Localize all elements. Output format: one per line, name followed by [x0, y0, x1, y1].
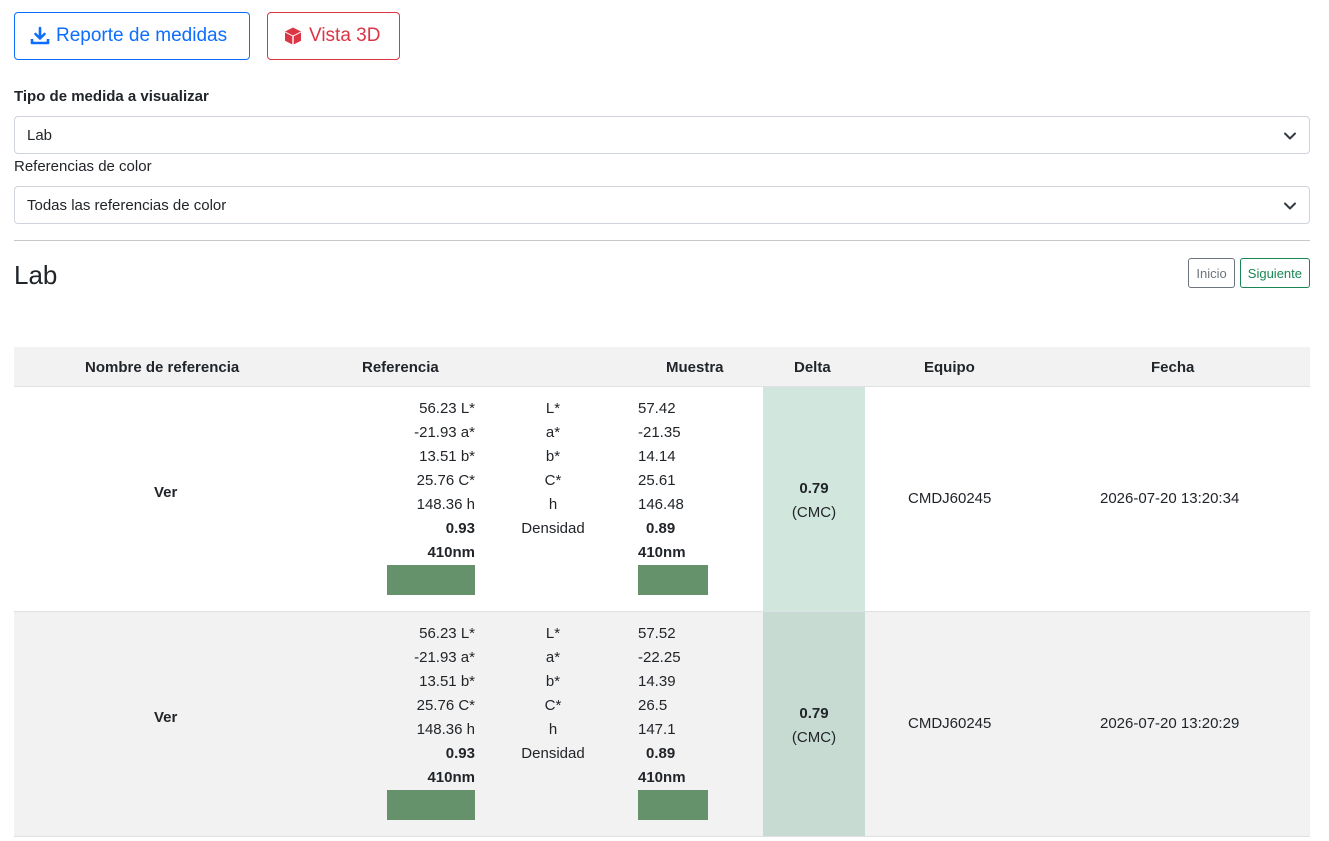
- sample-l: 57.42: [638, 400, 676, 417]
- sample-b: 14.14: [638, 448, 676, 465]
- table-row: Ver 56.23 L* -21.93 a* 13.51 b* 25.76 C*…: [14, 387, 1310, 612]
- download-icon: [30, 26, 50, 46]
- sample-values: 57.42 -21.35 14.14 25.61 146.48 0.89 410…: [638, 397, 728, 565]
- label-density: Densidad: [521, 745, 585, 762]
- measure-date: 2026-07-20 13:20:29: [1100, 715, 1240, 732]
- chevron-down-icon: [1283, 129, 1297, 147]
- references-label: Referencias de color: [14, 158, 152, 175]
- reference-name[interactable]: Ver: [154, 709, 177, 726]
- ref-density: 0.93: [445, 745, 475, 762]
- measure-type-select[interactable]: Lab: [14, 116, 1310, 154]
- sample-density: 0.89: [646, 520, 676, 537]
- label-b: b*: [545, 448, 561, 465]
- start-button[interactable]: Inicio: [1188, 258, 1235, 288]
- sample-wavelength: 410nm: [638, 769, 686, 786]
- sample-h: 147.1: [638, 721, 676, 738]
- sample-a: -22.25: [638, 649, 681, 666]
- sample-c: 25.61: [638, 472, 676, 489]
- label-h: h: [548, 496, 558, 513]
- measure-type-label: Tipo de medida a visualizar: [14, 88, 209, 105]
- section-title: Lab: [14, 260, 58, 290]
- measure-date: 2026-07-20 13:20:34: [1100, 490, 1240, 507]
- sample-color-swatch: [638, 565, 708, 595]
- sample-b: 14.39: [638, 673, 676, 690]
- next-button[interactable]: Siguiente: [1239, 258, 1310, 288]
- label-h: h: [548, 721, 558, 738]
- sample-a: -21.35: [638, 424, 681, 441]
- ref-c: 25.76 C*: [416, 697, 475, 714]
- ref-l: 56.23 L*: [419, 625, 475, 642]
- header-name: Nombre de referencia: [85, 359, 240, 376]
- sample-density: 0.89: [646, 745, 676, 762]
- ref-density: 0.93: [445, 520, 475, 537]
- report-button[interactable]: Reporte de medidas: [14, 12, 250, 60]
- device-id: CMDJ60245: [908, 715, 992, 732]
- sample-h: 146.48: [638, 496, 684, 513]
- divider: [14, 240, 1310, 241]
- references-select[interactable]: Todas las referencias de color: [14, 186, 1310, 224]
- delta-number: 0.79: [799, 480, 829, 497]
- reference-color-swatch: [387, 565, 475, 595]
- sample-values: 57.52 -22.25 14.39 26.5 147.1 0.89 410nm: [638, 622, 728, 790]
- table-header: Nombre de referencia Referencia Muestra …: [14, 347, 1310, 387]
- label-a: a*: [545, 649, 561, 666]
- label-c: C*: [544, 472, 562, 489]
- view-3d-button-label: Vista 3D: [309, 25, 381, 46]
- references-value: Todas las referencias de color: [27, 196, 227, 214]
- ref-b: 13.51 b*: [419, 448, 475, 465]
- header-delta: Delta: [794, 359, 831, 376]
- sample-l: 57.52: [638, 625, 676, 642]
- measure-type-value: Lab: [27, 126, 53, 144]
- sample-c: 26.5: [638, 697, 668, 714]
- header-date: Fecha: [1151, 359, 1195, 376]
- ref-wavelength: 410nm: [427, 769, 475, 786]
- label-l: L*: [545, 400, 561, 417]
- ref-h: 148.36 h: [416, 496, 475, 513]
- toolbar: Reporte de medidas Vista 3D: [14, 12, 400, 60]
- measure-labels: L* a* b* C* h Densidad: [514, 622, 592, 766]
- delta-unit: (CMC): [791, 729, 837, 746]
- ref-b: 13.51 b*: [419, 673, 475, 690]
- reference-name[interactable]: Ver: [154, 484, 177, 501]
- reference-color-swatch: [387, 790, 475, 820]
- sample-color-swatch: [638, 790, 708, 820]
- reference-values: 56.23 L* -21.93 a* 13.51 b* 25.76 C* 148…: [387, 622, 475, 790]
- ref-a: -21.93 a*: [414, 424, 475, 441]
- header-reference: Referencia: [362, 359, 439, 376]
- ref-h: 148.36 h: [416, 721, 475, 738]
- ref-a: -21.93 a*: [414, 649, 475, 666]
- delta-value: 0.79 (CMC): [763, 477, 865, 525]
- report-button-label: Reporte de medidas: [56, 25, 228, 46]
- cube-icon: [283, 26, 303, 46]
- ref-c: 25.76 C*: [416, 472, 475, 489]
- pagination: Inicio Siguiente: [1188, 258, 1310, 288]
- delta-unit: (CMC): [791, 504, 837, 521]
- device-id: CMDJ60245: [908, 490, 992, 507]
- label-density: Densidad: [521, 520, 585, 537]
- label-c: C*: [544, 697, 562, 714]
- header-device: Equipo: [924, 359, 975, 376]
- label-b: b*: [545, 673, 561, 690]
- delta-value: 0.79 (CMC): [763, 702, 865, 750]
- delta-number: 0.79: [799, 705, 829, 722]
- measure-labels: L* a* b* C* h Densidad: [514, 397, 592, 541]
- label-l: L*: [545, 625, 561, 642]
- label-a: a*: [545, 424, 561, 441]
- ref-wavelength: 410nm: [427, 544, 475, 561]
- measurements-table: Nombre de referencia Referencia Muestra …: [14, 347, 1310, 837]
- chevron-down-icon: [1283, 199, 1297, 217]
- table-row: Ver 56.23 L* -21.93 a* 13.51 b* 25.76 C*…: [14, 612, 1310, 837]
- sample-wavelength: 410nm: [638, 544, 686, 561]
- header-sample: Muestra: [666, 359, 724, 376]
- reference-values: 56.23 L* -21.93 a* 13.51 b* 25.76 C* 148…: [387, 397, 475, 565]
- ref-l: 56.23 L*: [419, 400, 475, 417]
- view-3d-button[interactable]: Vista 3D: [267, 12, 400, 60]
